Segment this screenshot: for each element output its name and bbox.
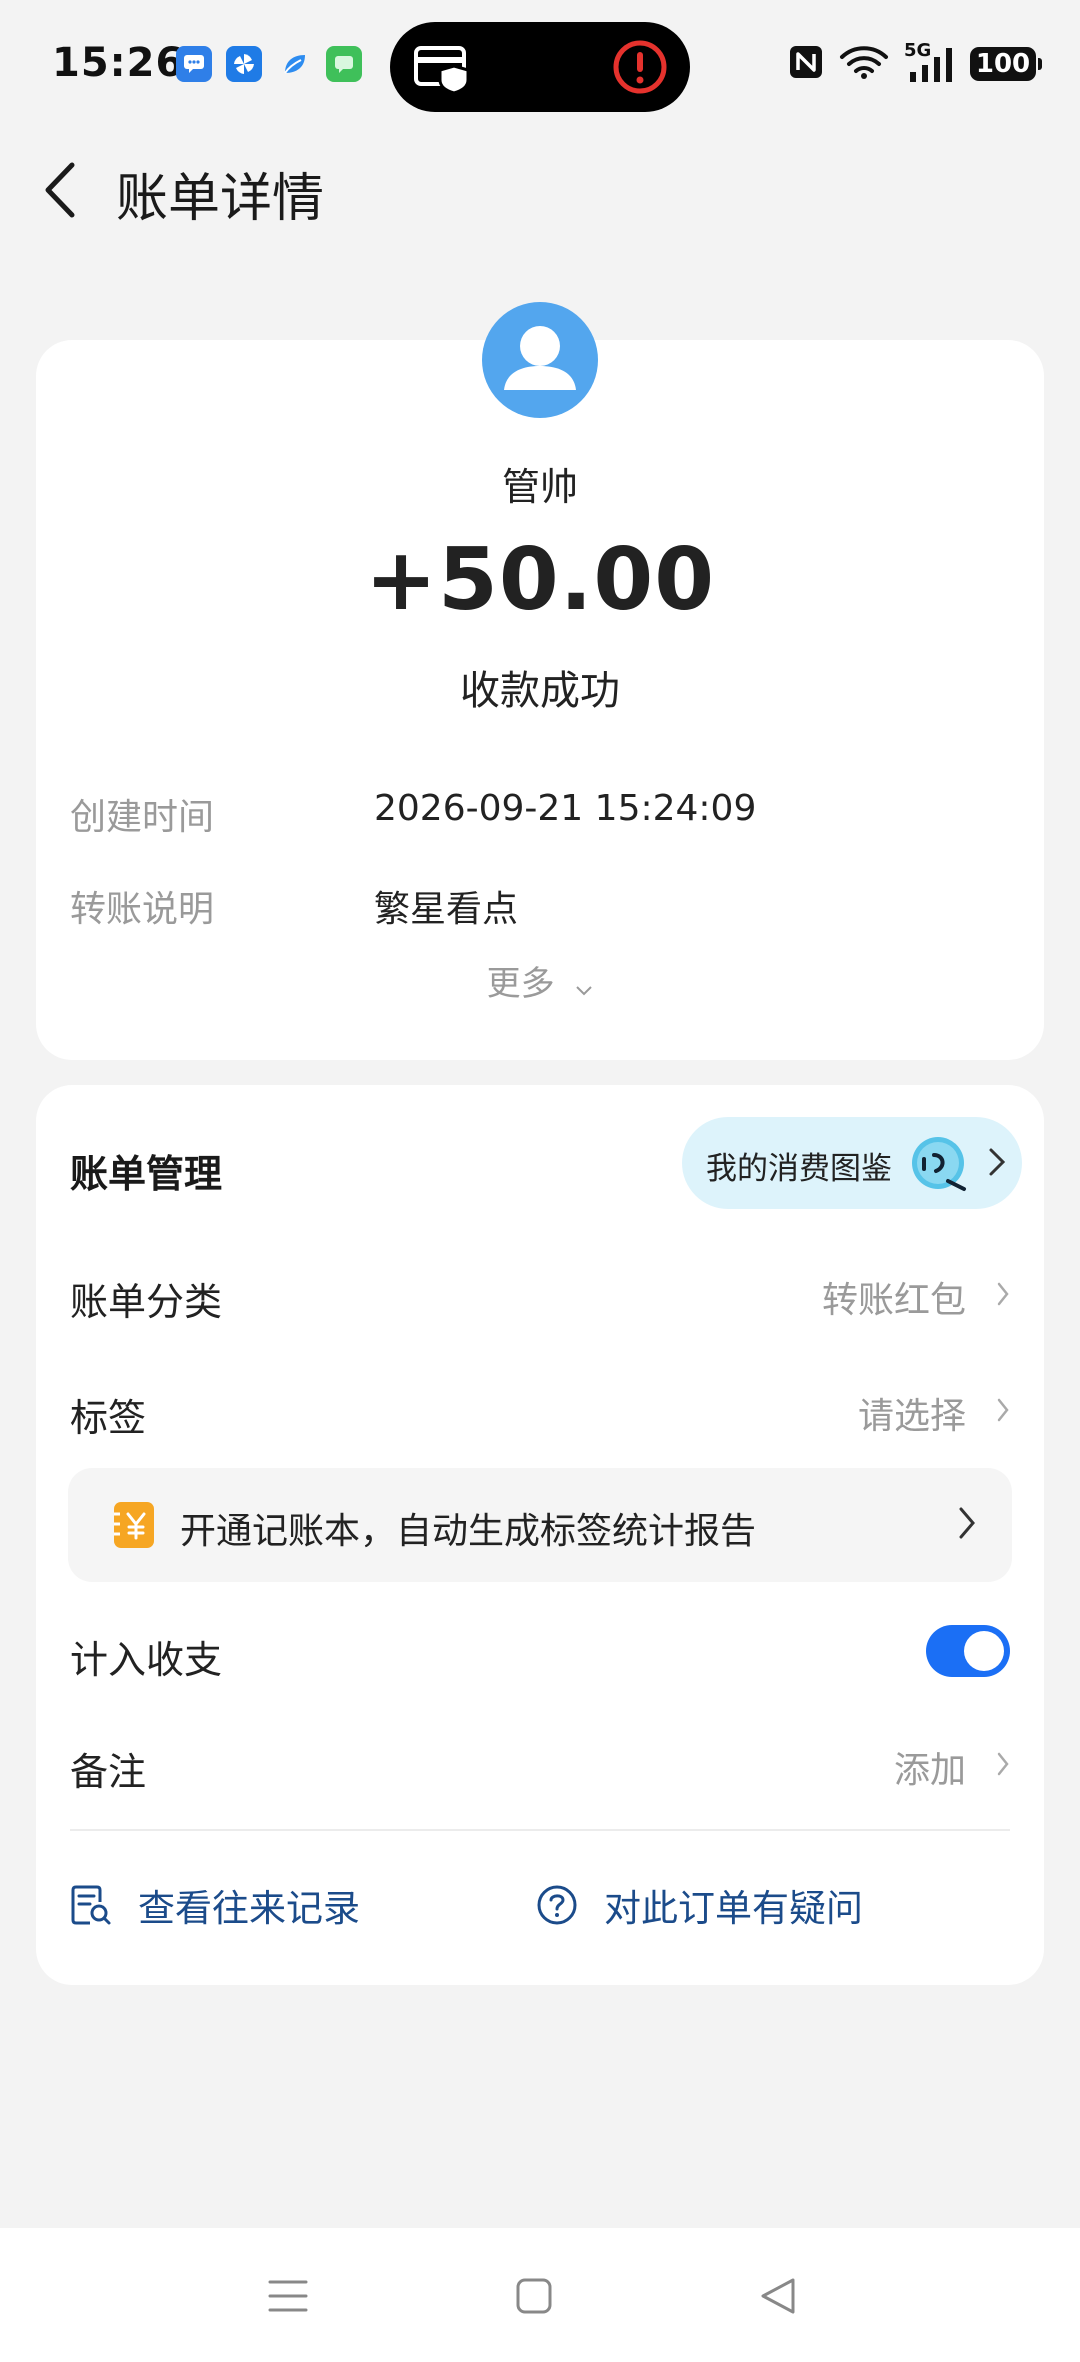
remark-row[interactable]: 备注 添加 xyxy=(70,1725,1010,1805)
battery-indicator: 100 xyxy=(970,47,1042,81)
detail-value: 2026-09-21 15:24:09 xyxy=(374,788,757,829)
detail-row-created-time: 创建时间 2026-09-21 15:24:09 xyxy=(70,780,1010,838)
count-in-income-toggle[interactable] xyxy=(926,1625,1010,1677)
row-label: 账单分类 xyxy=(70,1280,223,1324)
back-arrow-icon xyxy=(45,162,75,218)
wifi-icon xyxy=(838,44,890,84)
question-circle-icon xyxy=(536,1884,578,1926)
avatar[interactable] xyxy=(482,302,598,418)
header: 账单详情 xyxy=(0,150,1080,230)
status-time: 15:26 xyxy=(52,40,185,86)
system-navigation-bar xyxy=(0,2228,1080,2362)
divider xyxy=(70,1829,1010,1831)
bill-management-card: 账单管理 我的消费图鉴 账单分类 转账红包 标签 请选择 开通记账本，自动生成标… xyxy=(36,1085,1044,1985)
notification-icons xyxy=(176,46,362,82)
detail-label: 转账说明 xyxy=(70,889,215,930)
record-search-icon xyxy=(70,1884,112,1926)
nfc-icon xyxy=(788,44,824,84)
triangle-back-icon xyxy=(761,2278,795,2314)
ledger-book-icon xyxy=(112,1500,156,1550)
chevron-down-icon xyxy=(575,966,593,1006)
consumption-guide-label: 我的消费图鉴 xyxy=(706,1151,892,1187)
page-title: 账单详情 xyxy=(116,169,325,229)
row-value: 添加 xyxy=(893,1750,966,1791)
status-right: 5G 100 xyxy=(788,40,1042,84)
ledger-promo-banner[interactable]: 开通记账本，自动生成标签统计报告 xyxy=(68,1468,1012,1582)
row-value: 请选择 xyxy=(857,1396,966,1437)
row-value: 转账红包 xyxy=(821,1280,966,1321)
detail-label: 创建时间 xyxy=(70,797,215,838)
pinwheel-icon xyxy=(226,46,262,82)
detail-value: 繁星看点 xyxy=(374,889,519,930)
message-icon xyxy=(176,46,212,82)
row-label: 标签 xyxy=(70,1396,147,1440)
chevron-right-icon xyxy=(996,1397,1010,1427)
alert-icon xyxy=(612,39,668,95)
chevron-right-icon xyxy=(988,1147,1006,1181)
count-in-income-row: 计入收支 xyxy=(70,1613,1010,1693)
status-bar: 15:26 5G 100 xyxy=(0,0,1080,130)
view-history-label: 查看往来记录 xyxy=(138,1887,360,1930)
dynamic-island[interactable] xyxy=(390,22,690,112)
recent-apps-button[interactable] xyxy=(258,2268,318,2324)
row-label: 备注 xyxy=(70,1750,147,1794)
view-history-link[interactable]: 查看往来记录 xyxy=(70,1873,360,1937)
menu-icon xyxy=(268,2280,308,2312)
detail-row-transfer-note: 转账说明 繁星看点 xyxy=(70,872,1010,930)
transaction-status: 收款成功 xyxy=(460,668,620,714)
chevron-right-icon xyxy=(996,1281,1010,1311)
consumption-guide-button[interactable]: 我的消费图鉴 xyxy=(682,1117,1022,1209)
back-button[interactable] xyxy=(30,158,90,222)
square-icon xyxy=(516,2278,552,2314)
chevron-right-icon xyxy=(958,1506,976,1544)
mascot-icon xyxy=(908,1131,972,1195)
order-question-link[interactable]: 对此订单有疑问 xyxy=(536,1873,863,1937)
user-avatar-icon xyxy=(504,326,576,390)
more-label: 更多 xyxy=(486,964,555,1004)
chevron-right-icon xyxy=(996,1751,1010,1781)
transaction-amount: +50.00 xyxy=(364,530,716,630)
payer-name: 管帅 xyxy=(501,465,578,509)
bill-category-row[interactable]: 账单分类 转账红包 xyxy=(70,1255,1010,1335)
browser-icon xyxy=(276,46,312,82)
system-back-button[interactable] xyxy=(748,2268,808,2324)
cellular-icon: 5G xyxy=(904,40,956,84)
toggle-knob xyxy=(964,1631,1004,1671)
home-button[interactable] xyxy=(504,2268,564,2324)
card-shield-icon xyxy=(414,42,474,98)
tags-row[interactable]: 标签 请选择 xyxy=(70,1371,1010,1451)
order-question-label: 对此订单有疑问 xyxy=(604,1887,863,1930)
section-title: 账单管理 xyxy=(70,1152,223,1196)
row-label: 计入收支 xyxy=(70,1638,223,1682)
promo-text: 开通记账本，自动生成标签统计报告 xyxy=(180,1511,757,1552)
transaction-card: 管帅 +50.00 收款成功 创建时间 2026-09-21 15:24:09 … xyxy=(36,302,1044,1060)
more-button[interactable]: 更多 xyxy=(36,956,1044,1006)
chat-icon xyxy=(326,46,362,82)
